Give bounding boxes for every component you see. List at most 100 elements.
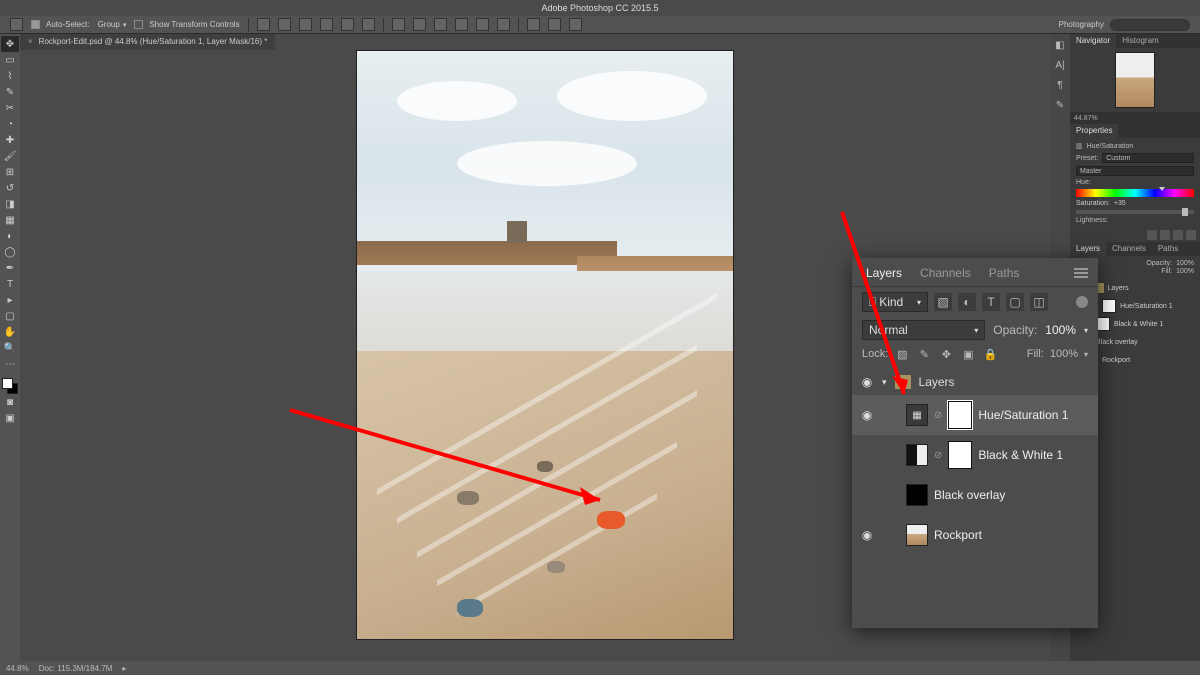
layer-name[interactable]: Black & White 1 — [978, 448, 1090, 462]
preset-dropdown[interactable]: Custom — [1102, 153, 1194, 163]
tab-navigator[interactable]: Navigator — [1070, 34, 1116, 48]
3d-mode-icon[interactable] — [548, 18, 561, 31]
lock-transparency-icon[interactable]: ▨ — [894, 346, 910, 362]
filter-smart-icon[interactable]: ◫ — [1030, 293, 1048, 311]
clone-stamp-tool[interactable]: ⊞ — [1, 164, 19, 180]
adjustment-thumbnail[interactable] — [906, 444, 928, 466]
zoom-tool[interactable]: 🔍 — [1, 340, 19, 356]
layer-row-hue-saturation[interactable]: ◉ ▦ ⊘ Hue/Saturation 1 — [852, 395, 1098, 435]
align-icon[interactable] — [341, 18, 354, 31]
layer-name[interactable]: Black overlay — [934, 488, 1090, 502]
view-previous-icon[interactable] — [1160, 230, 1170, 240]
panel-menu-icon[interactable] — [1074, 268, 1088, 278]
3d-mode-icon[interactable] — [569, 18, 582, 31]
eyedropper-tool[interactable]: ◔ — [1, 116, 19, 132]
distribute-icon[interactable] — [455, 18, 468, 31]
status-zoom[interactable]: 44.8% — [6, 664, 29, 673]
type-tool[interactable]: T — [1, 276, 19, 292]
lock-artboard-icon[interactable]: ▣ — [960, 346, 976, 362]
character-panel-icon[interactable]: A| — [1053, 58, 1067, 72]
document-canvas[interactable] — [356, 50, 734, 640]
layer-thumbnail[interactable] — [906, 524, 928, 546]
filter-toggle-switch[interactable] — [1076, 296, 1088, 308]
align-icon[interactable] — [362, 18, 375, 31]
workspace-label[interactable]: Photography — [1059, 20, 1104, 29]
channel-dropdown[interactable]: Master — [1076, 166, 1194, 176]
lasso-tool[interactable]: ⌇ — [1, 68, 19, 84]
tab-histogram[interactable]: Histogram — [1116, 34, 1164, 48]
path-select-tool[interactable]: ▸ — [1, 292, 19, 308]
trash-icon[interactable] — [1186, 230, 1196, 240]
align-icon[interactable] — [278, 18, 291, 31]
distribute-icon[interactable] — [392, 18, 405, 31]
distribute-icon[interactable] — [434, 18, 447, 31]
close-tab-icon[interactable]: × — [28, 34, 33, 50]
fill-value[interactable]: 100% — [1050, 348, 1078, 360]
quickmask-toggle[interactable]: ◙ — [1, 394, 19, 410]
filter-shape-icon[interactable]: ▢ — [1006, 293, 1024, 311]
layer-row-rockport[interactable]: ◉ Rockport — [852, 515, 1098, 555]
lock-all-icon[interactable]: 🔒 — [982, 346, 998, 362]
clip-icon[interactable] — [1147, 230, 1157, 240]
blend-mode-dropdown[interactable]: Normal▾ — [862, 320, 985, 340]
paragraph-panel-icon[interactable]: ¶ — [1053, 78, 1067, 92]
tab-paths[interactable]: Paths — [989, 266, 1020, 280]
reset-icon[interactable] — [1173, 230, 1183, 240]
move-tool[interactable]: ✥ — [1, 36, 19, 52]
visibility-toggle[interactable]: ◉ — [860, 528, 874, 542]
tab-channels[interactable]: Channels — [920, 266, 971, 280]
search-input[interactable] — [1110, 19, 1190, 31]
mask-link-icon[interactable]: ⊘ — [934, 450, 942, 461]
align-icon[interactable] — [257, 18, 270, 31]
layer-mask-thumbnail[interactable] — [948, 441, 972, 469]
filter-kind-dropdown[interactable]: ⎕Kind▾ — [862, 292, 928, 312]
brush-tool[interactable]: 🖌 — [1, 148, 19, 164]
align-icon[interactable] — [299, 18, 312, 31]
mask-link-icon[interactable]: ⊘ — [934, 410, 942, 421]
tab-layers[interactable]: Layers — [866, 266, 902, 280]
hand-tool[interactable]: ✋ — [1, 324, 19, 340]
layer-group-row[interactable]: ◉ ▾ Layers — [852, 369, 1098, 395]
lock-pixels-icon[interactable]: ✎ — [916, 346, 932, 362]
auto-select-mode-dropdown[interactable]: Group▾ — [98, 20, 127, 29]
opacity-value-mini[interactable]: 100% — [1176, 260, 1194, 267]
disclosure-triangle-icon[interactable]: ▾ — [882, 377, 887, 388]
layer-row-black-overlay[interactable]: Black overlay — [852, 475, 1098, 515]
visibility-toggle[interactable]: ◉ — [860, 375, 874, 389]
brush-panel-icon[interactable]: ✎ — [1053, 98, 1067, 112]
gradient-tool[interactable]: ▦ — [1, 212, 19, 228]
layer-name[interactable]: Rockport — [934, 528, 1090, 542]
auto-select-toggle[interactable]: Auto-Select: — [31, 20, 90, 29]
hue-slider[interactable] — [1076, 189, 1194, 197]
status-doc-info[interactable]: Doc: 115.3M/184.7M — [39, 664, 113, 673]
pen-tool[interactable]: ✒ — [1, 260, 19, 276]
3d-mode-icon[interactable] — [527, 18, 540, 31]
marquee-tool[interactable]: ▭ — [1, 52, 19, 68]
healing-brush-tool[interactable]: ✚ — [1, 132, 19, 148]
filter-adjust-icon[interactable]: ◐ — [958, 293, 976, 311]
navigator-zoom[interactable]: 44.87% — [1070, 112, 1200, 124]
adjustment-thumbnail[interactable]: ▦ — [906, 404, 928, 426]
navigator-thumbnail[interactable] — [1070, 48, 1200, 112]
eraser-tool[interactable]: ◨ — [1, 196, 19, 212]
filter-pixel-icon[interactable]: ▧ — [934, 293, 952, 311]
opacity-value[interactable]: 100% — [1045, 323, 1076, 337]
distribute-icon[interactable] — [497, 18, 510, 31]
layer-row-black-white[interactable]: ⊘ Black & White 1 — [852, 435, 1098, 475]
shape-tool[interactable]: ▢ — [1, 308, 19, 324]
filter-type-icon[interactable]: T — [982, 293, 1000, 311]
edit-toolbar[interactable]: ⋯ — [1, 356, 19, 372]
layer-thumbnail[interactable] — [906, 484, 928, 506]
visibility-toggle[interactable]: ◉ — [860, 408, 874, 422]
history-brush-tool[interactable]: ↺ — [1, 180, 19, 196]
layer-mask-thumbnail[interactable] — [948, 401, 972, 429]
screenmode-toggle[interactable]: ▣ — [1, 410, 19, 426]
fill-value-mini[interactable]: 100% — [1176, 268, 1194, 275]
saturation-slider[interactable] — [1076, 210, 1194, 214]
lock-position-icon[interactable]: ✥ — [938, 346, 954, 362]
tab-channels-mini[interactable]: Channels — [1106, 242, 1152, 256]
show-transform-toggle[interactable]: Show Transform Controls — [134, 20, 239, 29]
tab-paths-mini[interactable]: Paths — [1152, 242, 1184, 256]
blur-tool[interactable]: ◐ — [1, 228, 19, 244]
align-icon[interactable] — [320, 18, 333, 31]
